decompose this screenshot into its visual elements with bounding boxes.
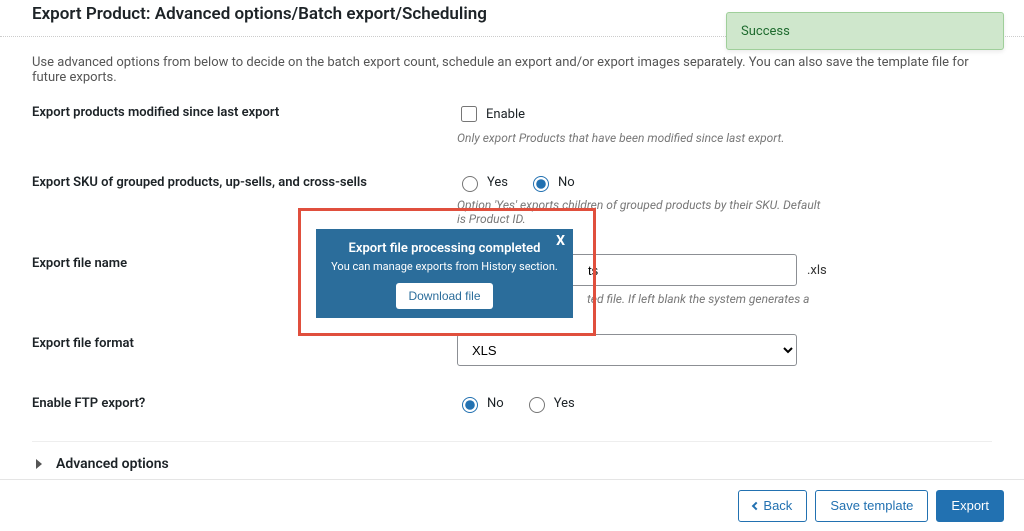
sku-yes-input[interactable] [462, 176, 478, 192]
enable-modified-text: Enable [486, 107, 525, 122]
field-format: Export file format XLS [32, 334, 992, 366]
sku-no-radio[interactable]: No [528, 173, 575, 192]
ftp-yes-input[interactable] [529, 397, 545, 413]
modal-subtitle: You can manage exports from History sect… [326, 260, 563, 273]
modal-highlight: X Export file processing completed You c… [298, 208, 596, 336]
sku-no-text: No [558, 175, 575, 190]
sku-yes-text: Yes [487, 175, 508, 190]
close-icon[interactable]: X [556, 233, 565, 249]
enable-modified-input[interactable] [461, 106, 477, 122]
field-modified-help: Only export Products that have been modi… [457, 131, 827, 145]
field-modified-label: Export products modified since last expo… [32, 103, 457, 120]
ftp-no-text: No [487, 396, 504, 411]
sku-no-input[interactable] [533, 176, 549, 192]
ftp-yes-radio[interactable]: Yes [524, 394, 575, 413]
chevron-left-icon [752, 501, 760, 509]
format-select[interactable]: XLS [457, 334, 797, 366]
chevron-right-icon [36, 459, 42, 469]
ftp-yes-text: Yes [554, 396, 575, 411]
back-button[interactable]: Back [738, 490, 807, 522]
filename-ext: .xls [807, 263, 827, 278]
modal-title: Export file processing completed [326, 241, 563, 256]
sku-yes-radio[interactable]: Yes [457, 173, 508, 192]
page: Export Product: Advanced options/Batch e… [0, 0, 1024, 531]
ftp-no-input[interactable] [462, 397, 478, 413]
export-button[interactable]: Export [936, 490, 1004, 522]
ftp-no-radio[interactable]: No [457, 394, 504, 413]
field-format-label: Export file format [32, 334, 457, 351]
advanced-options-title: Advanced options [56, 456, 169, 472]
save-template-button[interactable]: Save template [815, 490, 928, 522]
export-complete-modal: X Export file processing completed You c… [316, 229, 573, 318]
back-button-label: Back [763, 498, 792, 513]
success-toast-text: Success [741, 24, 790, 39]
field-sku-label: Export SKU of grouped products, up-sells… [32, 173, 457, 190]
footer: Back Save template Export [0, 479, 1024, 531]
download-file-button[interactable]: Download file [396, 283, 492, 309]
success-toast: Success [726, 12, 1004, 50]
enable-modified-checkbox[interactable]: Enable [457, 103, 992, 125]
field-ftp-label: Enable FTP export? [32, 394, 457, 411]
field-modified: Export products modified since last expo… [32, 103, 992, 145]
field-ftp: Enable FTP export? No Yes [32, 394, 992, 413]
